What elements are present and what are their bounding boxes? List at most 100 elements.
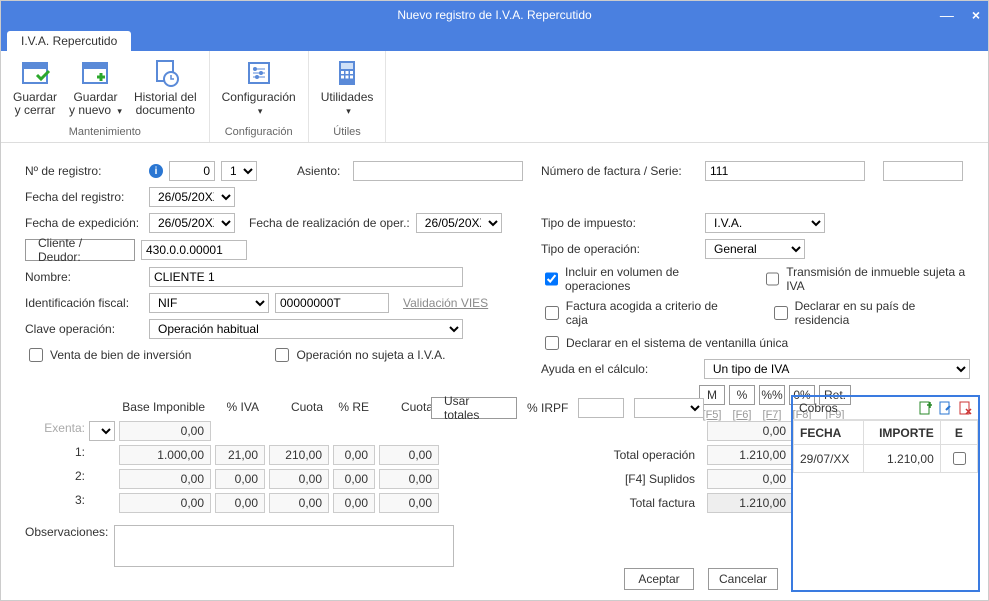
row3-pre[interactable]: 0,00	[333, 493, 375, 513]
utilities-button[interactable]: Utilidades	[315, 53, 380, 121]
calc-pct-button[interactable]: %	[729, 385, 755, 405]
row3-piva[interactable]: 0,00	[215, 493, 265, 513]
usar-totales-button[interactable]: Usar totales	[431, 397, 517, 419]
label-suplidos: [F4] Suplidos	[571, 469, 701, 489]
row-exenta-label: Exenta:	[25, 421, 85, 441]
observaciones-textarea[interactable]	[114, 525, 454, 567]
irpf-val: 0,00	[707, 421, 793, 441]
vies-link[interactable]: Validación VIES	[403, 296, 488, 310]
calc-pctpct-button[interactable]: %%	[759, 385, 785, 405]
asiento-input	[353, 161, 523, 181]
cobros-delete-icon[interactable]	[958, 401, 972, 415]
save-close-icon	[19, 57, 51, 89]
history-icon	[149, 57, 181, 89]
hdr-cre: Cuota	[379, 397, 439, 417]
nfactura-serie-input[interactable]	[883, 161, 963, 181]
label-toper: Tipo de operación:	[541, 242, 699, 256]
cobros-row-e-checkbox[interactable]	[953, 452, 966, 465]
ayuda-select[interactable]: Un tipo de IVA	[704, 359, 970, 379]
idtipo-select[interactable]: NIF	[149, 293, 269, 313]
op-no-iva-checkbox[interactable]: Operación no sujeta a I.V.A.	[271, 345, 445, 365]
label-nombre: Nombre:	[25, 270, 143, 284]
toper-select[interactable]: General	[705, 239, 805, 259]
label-nfactura: Número de factura / Serie:	[541, 164, 699, 178]
window-titlebar: Nuevo registro de I.V.A. Repercutido — ×	[1, 1, 988, 29]
timpuesto-select[interactable]: I.V.A.	[705, 213, 825, 233]
label-observaciones: Observaciones:	[25, 525, 108, 539]
row3-base[interactable]: 0,00	[119, 493, 211, 513]
hdr-cuota: Cuota	[269, 397, 329, 417]
config-button[interactable]: Configuración	[216, 53, 302, 121]
ventanilla-checkbox[interactable]: Declarar en el sistema de ventanilla úni…	[541, 333, 788, 353]
row-exenta-base[interactable]: 0,00	[119, 421, 211, 441]
save-close-button[interactable]: Guardar y cerrar	[7, 53, 63, 121]
aceptar-button[interactable]: Aceptar	[624, 568, 694, 590]
row2-label: 2:	[25, 469, 85, 489]
cobros-row[interactable]: 29/07/XX 1.210,00	[794, 445, 978, 473]
hdr-piva: % IVA	[215, 397, 265, 417]
row2-piva[interactable]: 0,00	[215, 469, 265, 489]
close-icon[interactable]: ×	[972, 7, 980, 23]
row1-piva[interactable]: 21,00	[215, 445, 265, 465]
row2-cre[interactable]: 0,00	[379, 469, 439, 489]
incluir-vol-checkbox[interactable]: Incluir en volumen de operaciones	[541, 265, 732, 293]
row1-base[interactable]: 1.000,00	[119, 445, 211, 465]
ribbon-group-mantenimiento: Mantenimiento	[7, 124, 203, 140]
nombre-input[interactable]	[149, 267, 463, 287]
row1-cre[interactable]: 0,00	[379, 445, 439, 465]
venta-bien-checkbox[interactable]: Venta de bien de inversión	[25, 345, 191, 365]
row3-label: 3:	[25, 493, 85, 513]
exenta-select[interactable]	[89, 421, 115, 441]
nreg-serie-select[interactable]: 1	[221, 161, 257, 181]
cobros-edit-icon[interactable]	[938, 401, 952, 415]
row1-cuota[interactable]: 210,00	[269, 445, 329, 465]
suplidos-val[interactable]: 0,00	[707, 469, 793, 489]
freg-select[interactable]: 26/05/20XX	[149, 187, 235, 207]
minimize-icon[interactable]: —	[940, 7, 954, 23]
row2-base[interactable]: 0,00	[119, 469, 211, 489]
caja-checkbox[interactable]: Factura acogida a criterio de caja	[541, 299, 740, 327]
save-new-icon	[79, 57, 111, 89]
calculator-icon	[331, 57, 363, 89]
cobros-title: Cobros	[799, 401, 838, 415]
foper-select[interactable]: 26/05/20XX	[416, 213, 502, 233]
cliente-button[interactable]: Cliente / Deudor:	[25, 239, 135, 261]
label-irpf: % IRPF	[527, 401, 568, 415]
label-asiento: Asiento:	[297, 164, 347, 178]
declarar-pais-checkbox[interactable]: Declarar en su país de residencia	[770, 299, 970, 327]
cobros-table: FECHA IMPORTE E 29/07/XX 1.210,00	[793, 420, 978, 473]
ribbon: Guardar y cerrar Guardar y nuevo Histori…	[1, 51, 988, 143]
claveop-select[interactable]: Operación habitual	[149, 319, 463, 339]
nreg-input[interactable]	[169, 161, 215, 181]
label-timpuesto: Tipo de impuesto:	[541, 216, 699, 230]
hdr-pre: % RE	[333, 397, 375, 417]
fexp-select[interactable]: 26/05/20XX	[149, 213, 235, 233]
label-nreg: Nº de registro:	[25, 164, 143, 178]
tab-iva-repercutido[interactable]: I.V.A. Repercutido	[7, 31, 131, 51]
ribbon-group-configuracion: Configuración	[216, 124, 302, 140]
row3-cuota[interactable]: 0,00	[269, 493, 329, 513]
hdr-base: Base Imponible	[119, 397, 211, 417]
label-foper: Fecha de realización de oper.:	[249, 216, 410, 230]
info-icon[interactable]: i	[149, 164, 163, 178]
label-claveop: Clave operación:	[25, 322, 143, 336]
cliente-input[interactable]	[141, 240, 247, 260]
label-ayuda: Ayuda en el cálculo:	[541, 362, 698, 376]
cancelar-button[interactable]: Cancelar	[708, 568, 778, 590]
irpf-cuenta-select[interactable]	[634, 398, 704, 418]
row2-cuota[interactable]: 0,00	[269, 469, 329, 489]
row1-label: 1:	[25, 445, 85, 465]
idnum-input[interactable]	[275, 293, 389, 313]
cobros-add-icon[interactable]	[918, 401, 932, 415]
save-new-button[interactable]: Guardar y nuevo	[63, 53, 128, 121]
irpf-input[interactable]	[578, 398, 624, 418]
doc-history-button[interactable]: Historial del documento	[128, 53, 203, 121]
label-total-op: Total operación	[571, 445, 701, 465]
label-idfiscal: Identificación fiscal:	[25, 296, 143, 310]
row2-pre[interactable]: 0,00	[333, 469, 375, 489]
nfactura-input[interactable]	[705, 161, 865, 181]
row1-pre[interactable]: 0,00	[333, 445, 375, 465]
trans-inm-checkbox[interactable]: Transmisión de inmueble sujeta a IVA	[762, 265, 970, 293]
row3-cre[interactable]: 0,00	[379, 493, 439, 513]
label-freg: Fecha del registro:	[25, 190, 143, 204]
